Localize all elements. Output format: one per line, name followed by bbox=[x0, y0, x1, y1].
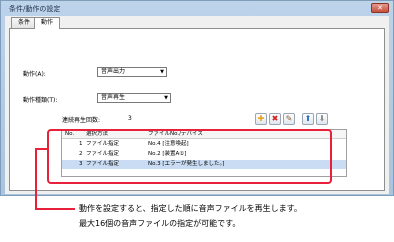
action-type-select[interactable]: 音声再生 ▼ bbox=[97, 93, 171, 103]
chevron-down-icon: ▼ bbox=[164, 95, 168, 101]
move-down-icon[interactable]: ⬇ bbox=[316, 113, 328, 125]
delete-icon[interactable]: ✖ bbox=[269, 113, 281, 125]
action-select-value: 音声出力 bbox=[101, 68, 126, 75]
annotation-line-2: 最大16個の音声ファイルの指定が可能です。 bbox=[79, 219, 241, 228]
callout-line bbox=[35, 208, 75, 210]
dialog-title: 条件/動作の設定 bbox=[9, 5, 61, 13]
edit-icon[interactable]: ✎ bbox=[283, 113, 295, 125]
move-up-icon[interactable]: ⬆ bbox=[302, 113, 314, 125]
close-button[interactable]: ✕ bbox=[371, 3, 389, 13]
add-icon[interactable]: ✚ bbox=[255, 113, 267, 125]
repeat-count-value: 3 bbox=[128, 115, 132, 122]
action-select[interactable]: 音声出力 ▼ bbox=[97, 67, 167, 77]
repeat-count-label: 連続再生回数: bbox=[62, 117, 101, 124]
title-bar: 条件/動作の設定 ✕ bbox=[1, 1, 393, 15]
action-type-label: 動作種類(T): bbox=[23, 97, 58, 104]
grid-highlight-frame bbox=[47, 129, 332, 184]
action-type-select-value: 音声再生 bbox=[101, 94, 126, 101]
annotation-line-1: 動作を設定すると、指定した順に音声ファイルを再生します。 bbox=[79, 204, 302, 213]
chevron-down-icon: ▼ bbox=[160, 69, 164, 75]
callout-line bbox=[35, 148, 37, 210]
tab-action[interactable]: 動作 bbox=[34, 17, 61, 29]
action-label: 動作(A): bbox=[23, 71, 46, 78]
